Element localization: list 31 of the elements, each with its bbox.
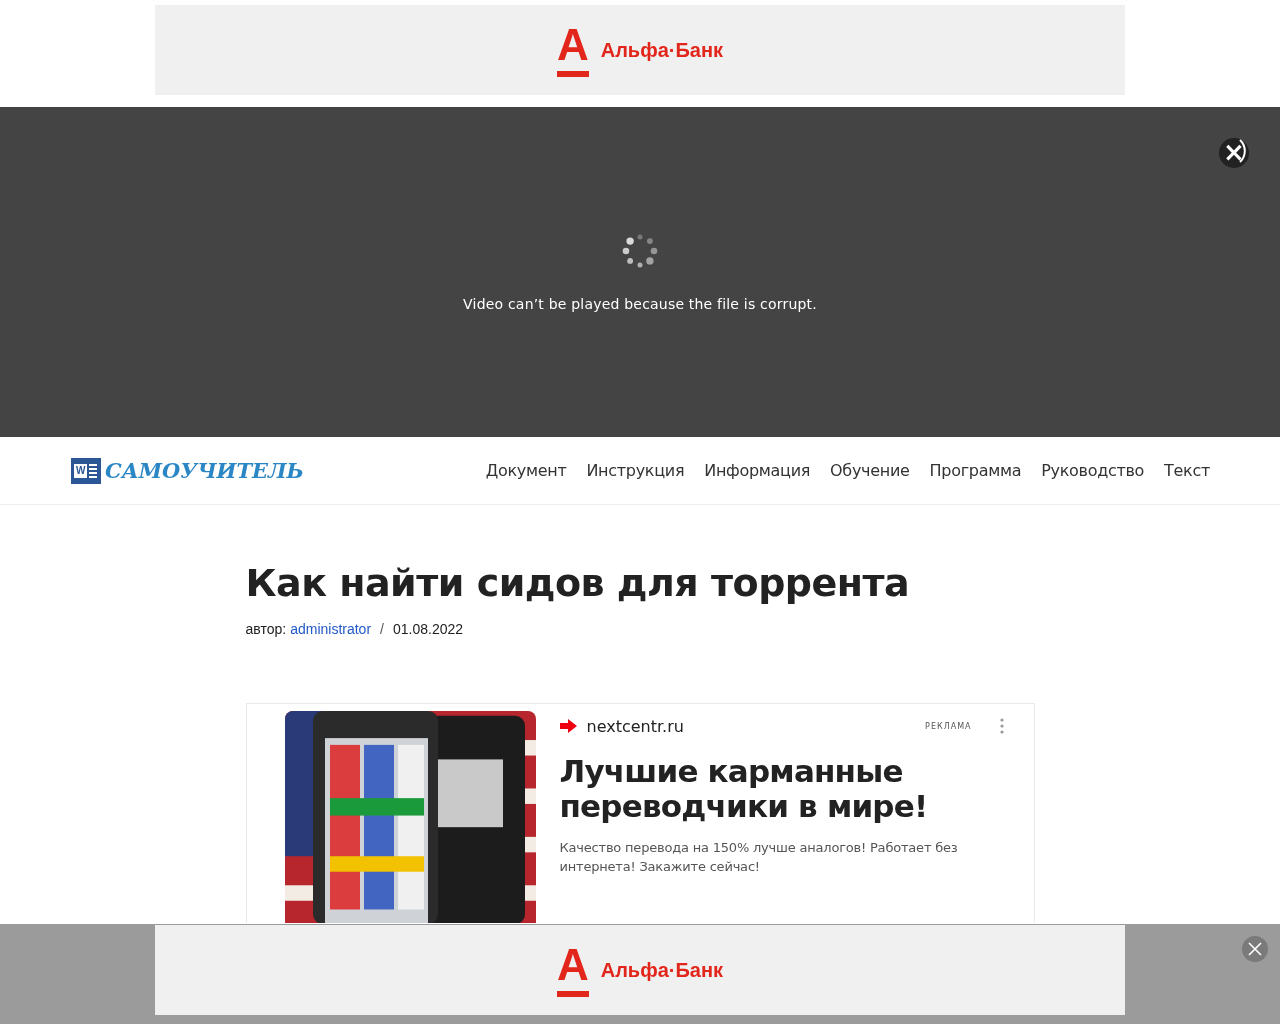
more-options-icon[interactable]	[999, 718, 1004, 735]
video-error-message: Video can’t be played because the file is corrupt.	[463, 296, 817, 312]
banner-ad[interactable]: А Альфа·Банк	[155, 5, 1125, 95]
nav-link[interactable]: Информация	[704, 461, 811, 480]
arrow-right-icon	[559, 719, 577, 734]
ad-description: Качество перевода на 150% лучше аналогов! Работает без интернета! Закажите сейчас!	[559, 838, 959, 877]
bank-name: Альфа·Банк	[600, 38, 724, 62]
ad-label: РЕКЛАМА	[925, 721, 972, 731]
bank-logo-mark: А	[556, 943, 589, 997]
close-button[interactable]: ×	[1219, 138, 1249, 168]
nav-link[interactable]: Инструкция	[586, 461, 685, 480]
nav-link[interactable]: Программа	[929, 461, 1022, 480]
site-logo[interactable]: САМОУЧИТЕЛЬ	[105, 458, 304, 483]
close-icon[interactable]	[1241, 935, 1269, 963]
document-icon: W	[71, 457, 101, 484]
ad-card[interactable]: nextcentr.ru РЕКЛАМА Лучшие карманные переводчики в мире! Качество перевода на 150% лучше аналогов! Работает без интернета! Закажите сейчас!	[245, 702, 1035, 923]
nav-link[interactable]: Руководство	[1041, 461, 1145, 480]
nav-link[interactable]: Документ	[485, 461, 567, 480]
loading-spinner-icon	[621, 232, 659, 270]
nav-link[interactable]: Текст	[1164, 461, 1210, 480]
post-date: 01.08.2022	[392, 620, 464, 637]
article-title: Как найти сидов для торрента	[245, 563, 911, 605]
separator: /	[380, 620, 384, 637]
author-link[interactable]: administrator	[290, 620, 372, 637]
author-label: автор:	[245, 620, 287, 637]
bank-name: Альфа·Банк	[600, 958, 724, 982]
ad-title[interactable]: Лучшие карманные переводчики в мире!	[559, 753, 960, 824]
bank-logo-mark: А	[556, 23, 589, 77]
nav-link[interactable]: Обучение	[830, 461, 910, 480]
ad-domain[interactable]: nextcentr.ru	[586, 716, 916, 736]
banner-ad[interactable]: А Альфа·Банк	[155, 925, 1125, 1015]
